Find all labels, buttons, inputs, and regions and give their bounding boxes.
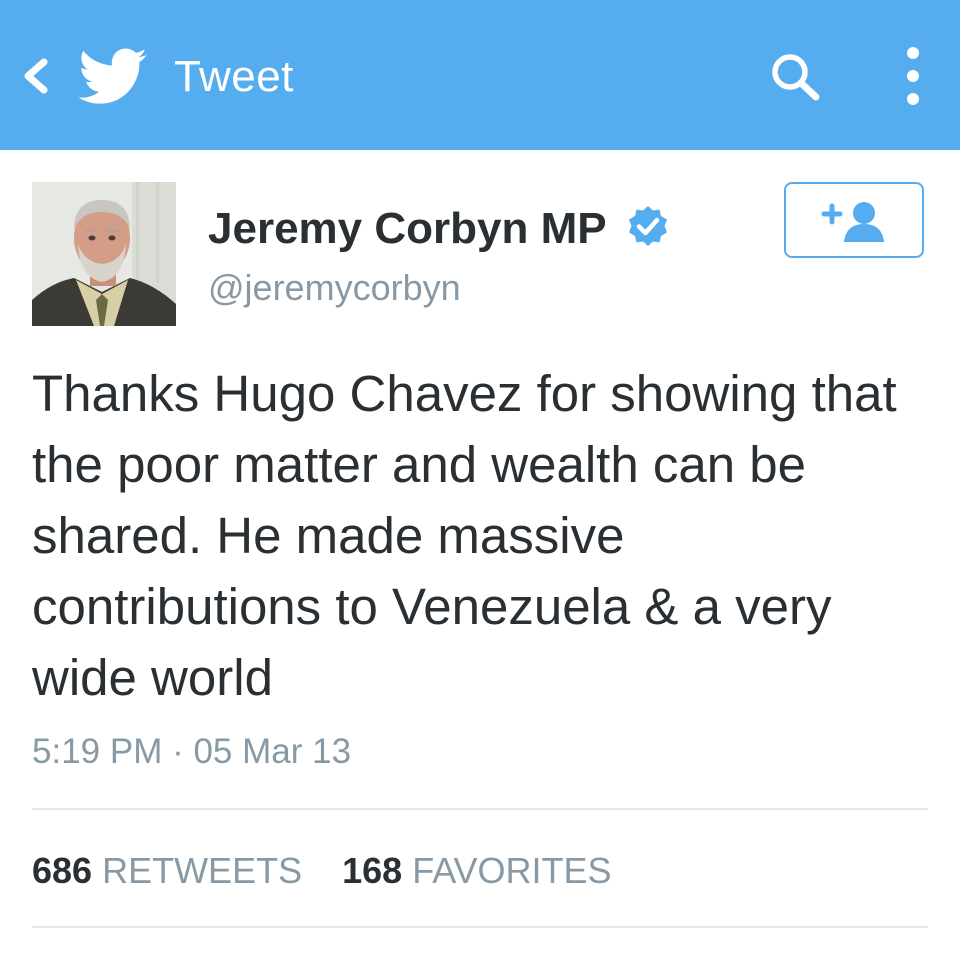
avatar-photo	[32, 182, 176, 326]
more-options-icon[interactable]	[898, 44, 928, 108]
back-icon[interactable]	[14, 52, 54, 100]
author-handle[interactable]: @jeremycorbyn	[208, 264, 461, 312]
verified-badge-icon	[629, 206, 667, 246]
divider	[32, 808, 928, 810]
retweets-label: RETWEETS	[102, 850, 303, 891]
add-user-icon	[821, 202, 884, 242]
tweet-text: Thanks Hugo Chavez for showing that the …	[32, 365, 897, 706]
follow-button[interactable]	[784, 182, 924, 258]
tweet-timestamp: 5:19 PM · 05 Mar 13	[32, 732, 352, 771]
favorites-count: 168	[342, 850, 403, 891]
retweets-stat[interactable]: 686 RETWEETS	[32, 846, 302, 896]
retweets-count: 686	[32, 850, 93, 891]
twitter-bird-icon	[78, 48, 147, 104]
search-icon[interactable]	[766, 50, 826, 104]
app-title: Tweet	[174, 52, 294, 101]
tweet-stats: 686 RETWEETS 168 FAVORITES	[32, 846, 642, 896]
app-bar: Tweet	[0, 0, 960, 150]
favorites-label: FAVORITES	[412, 850, 612, 891]
favorites-stat[interactable]: 168 FAVORITES	[342, 846, 611, 896]
tweet-detail-screen: Tweet Jeremy Corbyn MP @jeremycorbyn Tha…	[0, 0, 960, 960]
divider	[32, 926, 928, 928]
author-display-name[interactable]: Jeremy Corbyn MP	[208, 202, 607, 256]
avatar[interactable]	[32, 182, 176, 326]
